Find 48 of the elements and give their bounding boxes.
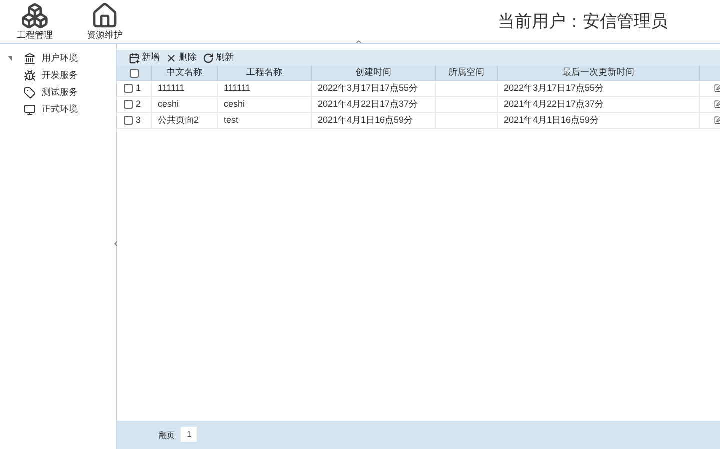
row-checkbox[interactable] xyxy=(124,84,133,93)
toolbar-button[interactable]: 删除 xyxy=(179,51,197,65)
collapse-icon[interactable] xyxy=(355,38,363,46)
row-number: 1 xyxy=(136,82,142,95)
cubes-icon xyxy=(21,2,49,30)
table-cell-text: ceshi xyxy=(224,98,246,111)
monitor-icon xyxy=(24,104,36,116)
table-cell-text: 2021年4月1日16点59分 xyxy=(504,114,600,127)
sidebar-item[interactable]: 用户环境 xyxy=(42,52,78,66)
sidebar-item[interactable]: 正式环境 xyxy=(42,102,78,116)
row-checkbox[interactable] xyxy=(124,100,133,109)
table-cell-text: 2021年4月22日17点37分 xyxy=(318,98,418,111)
table-cell-text: 111111 xyxy=(158,82,185,95)
row-number: 3 xyxy=(136,114,142,127)
column-header[interactable]: 工程名称 xyxy=(217,66,311,80)
refresh-icon[interactable] xyxy=(203,52,214,64)
bug-icon xyxy=(24,70,36,82)
table-cell-text: 2021年4月22日17点37分 xyxy=(504,98,604,111)
pager-label: 翻页 xyxy=(159,430,175,442)
page-field[interactable]: 1 xyxy=(181,427,198,442)
sidebar-item[interactable]: 测试服务 xyxy=(42,86,78,100)
table-cell-text: 2022年3月17日17点55分 xyxy=(318,82,418,95)
row-number: 2 xyxy=(136,98,142,111)
expand-icon[interactable] xyxy=(8,56,12,61)
nav-button[interactable]: 资源维护 xyxy=(87,30,123,41)
close-icon[interactable] xyxy=(166,52,177,64)
table-cell-text: 111111 xyxy=(224,82,251,95)
table-cell-text: 2021年4月1日16点59分 xyxy=(318,114,414,127)
calendar-plus-icon[interactable] xyxy=(129,52,140,64)
current-user: 当前用户：安信管理员 xyxy=(498,10,668,33)
column-header[interactable]: 中文名称 xyxy=(151,66,217,80)
sidebar-item[interactable]: 开发服务 xyxy=(42,68,78,82)
select-all-checkbox[interactable] xyxy=(130,68,138,78)
column-header[interactable]: 最后一次更新时间 xyxy=(497,66,699,80)
bank-icon xyxy=(24,52,36,64)
tag-icon xyxy=(24,86,36,98)
nav-button[interactable]: 工程管理 xyxy=(17,30,53,41)
column-header[interactable]: 创建时间 xyxy=(311,66,435,80)
table-cell-text: test xyxy=(224,114,239,127)
house-icon xyxy=(91,2,119,30)
collapse-icon[interactable] xyxy=(112,240,120,248)
table-cell-text: 公共页面2 xyxy=(158,114,200,127)
row-checkbox[interactable] xyxy=(124,116,133,125)
table-cell-text: ceshi xyxy=(158,98,180,111)
table-cell-text: 2022年3月17日17点55分 xyxy=(504,82,604,95)
toolbar-button[interactable]: 新增 xyxy=(142,51,160,65)
toolbar-button[interactable]: 刷新 xyxy=(216,51,234,65)
column-header[interactable]: 所属空间 xyxy=(435,66,497,80)
